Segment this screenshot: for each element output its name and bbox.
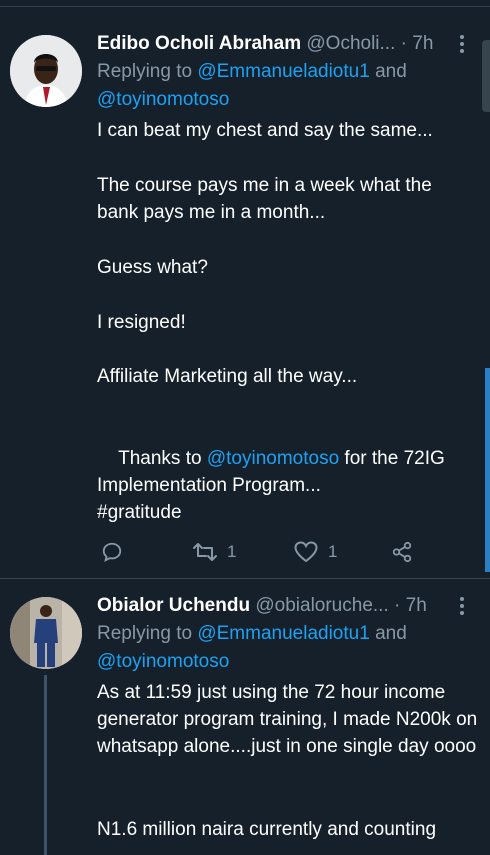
tweet-1[interactable]: Edibo Ocholi Abraham @Ocholi... · 7h Rep… <box>0 0 490 578</box>
reply-button[interactable] <box>101 538 123 566</box>
tweet-text-paragraph: As at 11:59 just using the 72 hour incom… <box>97 682 483 757</box>
replying-and: and <box>369 61 407 82</box>
replying-label: Replying to <box>97 61 198 82</box>
timestamp[interactable]: 7h <box>406 595 427 616</box>
retweet-count: 1 <box>227 542 237 561</box>
replying-to: Replying to @Emmanueladiotu1 and <box>97 620 407 648</box>
share-button[interactable] <box>391 538 413 566</box>
mention-link[interactable]: @toyinomotoso <box>97 651 229 672</box>
thread-line <box>44 675 47 855</box>
mention-link[interactable]: @Emmanueladiotu1 <box>197 61 369 82</box>
mention-link[interactable]: @Emmanueladiotu1 <box>197 623 369 644</box>
tweet-text-line: Affiliate Marketing all the way... <box>97 366 358 387</box>
tweet-text-line: I resigned! <box>97 312 186 333</box>
avatar[interactable] <box>10 597 82 669</box>
like-icon <box>294 541 318 563</box>
tweet-text-line: Guess what? <box>97 257 208 278</box>
replying-and: and <box>369 623 407 644</box>
replying-to: Replying to @Emmanueladiotu1 and <box>97 58 407 86</box>
reply-icon <box>102 542 122 562</box>
author-name[interactable]: Edibo Ocholi Abraham <box>97 33 301 54</box>
like-button[interactable]: 1 <box>294 538 337 566</box>
tweet-header: Obialor Uchendu @obialoruche... · 7h <box>97 594 427 618</box>
tweet-text-paragraph: The course pays me in a week what the ba… <box>97 175 438 223</box>
author-name[interactable]: Obialor Uchendu <box>97 595 250 616</box>
timestamp[interactable]: 7h <box>412 33 433 54</box>
mention-link[interactable]: @toyinomotoso <box>97 89 229 110</box>
separator-dot: · <box>400 33 407 54</box>
tweet-text-line: N1.6 million naira currently and countin… <box>97 819 437 840</box>
author-handle[interactable]: @obialoruche... <box>255 595 388 616</box>
share-icon <box>392 541 412 563</box>
retweet-button[interactable]: 1 <box>193 538 236 566</box>
replying-to-line-2: @toyinomotoso <box>97 648 229 676</box>
separator-dot: · <box>394 595 401 616</box>
text-fragment: Thanks to <box>118 448 207 469</box>
tweet-2[interactable]: Obialor Uchendu @obialoruche... · 7h Rep… <box>0 579 490 855</box>
mention-link[interactable]: @toyinomotoso <box>207 448 339 469</box>
replying-label: Replying to <box>97 623 198 644</box>
avatar[interactable] <box>10 35 82 107</box>
tweet-text-line: I can beat my chest and say the same... <box>97 120 433 141</box>
more-options-icon[interactable] <box>456 33 468 55</box>
hashtag-link[interactable]: #gratitude <box>97 499 477 526</box>
author-handle[interactable]: @Ocholi... <box>306 33 395 54</box>
more-options-icon[interactable] <box>456 595 468 617</box>
replying-to-line-2: @toyinomotoso <box>97 86 229 114</box>
tweet-header: Edibo Ocholi Abraham @Ocholi... · 7h <box>97 32 433 56</box>
tweet-actions: 1 1 <box>97 538 427 566</box>
like-count: 1 <box>328 542 338 561</box>
retweet-icon <box>193 543 217 561</box>
